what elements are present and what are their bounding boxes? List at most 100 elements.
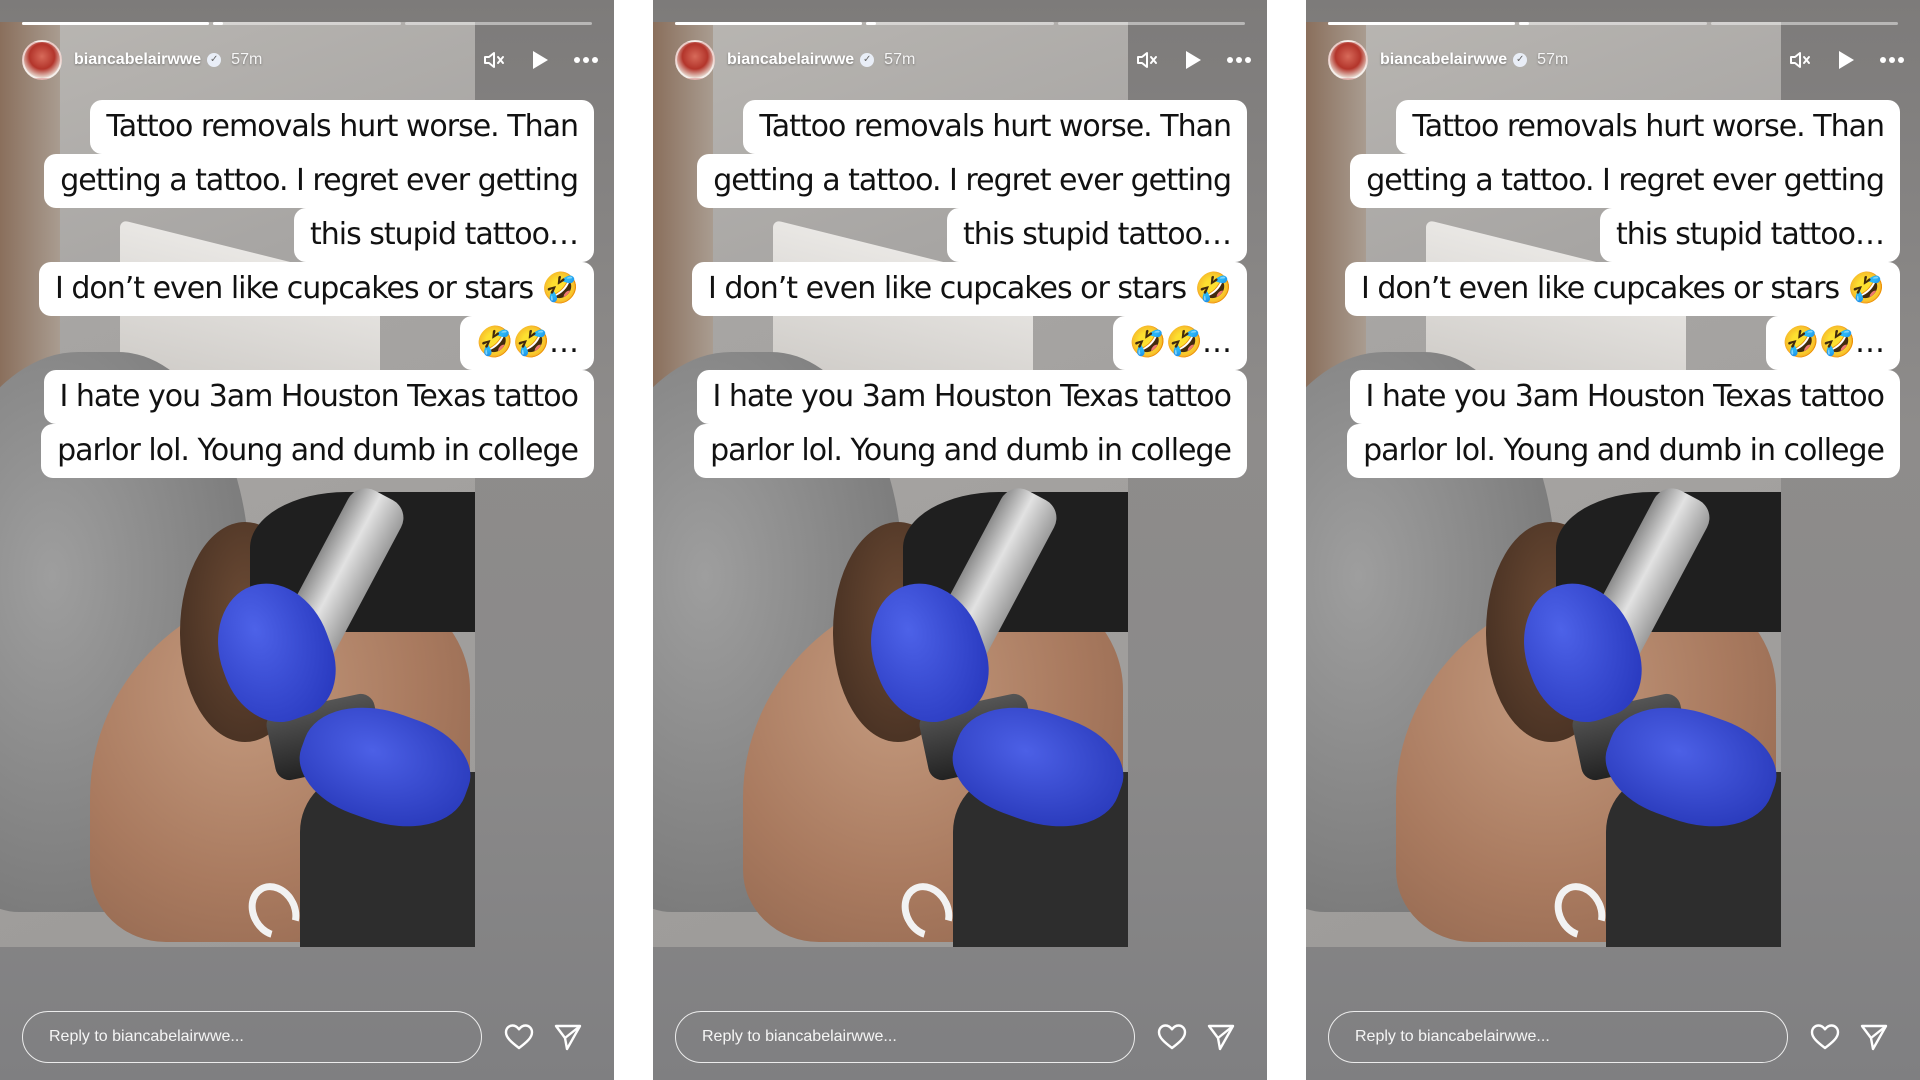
reply-input[interactable] (700, 1027, 1134, 1047)
caption-text: 🤣🤣… (1113, 316, 1247, 370)
caption-text: Tattoo removals hurt worse. Than (90, 100, 594, 154)
caption-text: I don’t even like cupcakes or stars 🤣 (691, 262, 1247, 316)
caption-text: 🤣🤣… (460, 316, 594, 370)
progress-fill (1519, 22, 1529, 25)
send-icon[interactable] (551, 1020, 585, 1054)
verified-badge-icon: ✓ (860, 53, 875, 67)
caption-overlay: Tattoo removals hurt worse. Than getting… (687, 100, 1247, 478)
story-progress (1328, 22, 1898, 25)
caption-text: getting a tattoo. I regret ever getting (1350, 154, 1900, 208)
story-progress (675, 22, 1245, 25)
progress-fill (675, 22, 863, 25)
post-time: 57m (884, 51, 916, 68)
speaker-muted-icon[interactable] (1786, 46, 1814, 74)
caption-line: this stupid tattoo… (687, 208, 1247, 262)
caption-text: parlor lol. Young and dumb in college (1347, 424, 1900, 478)
caption-line: parlor lol. Young and dumb in college (34, 424, 594, 478)
story-panel-3[interactable]: biancabelairwwe ✓ 57m Tattoo removals hu… (1306, 0, 1920, 1080)
speaker-muted-icon[interactable] (1133, 46, 1161, 74)
post-time: 57m (231, 51, 263, 68)
caption-line: Tattoo removals hurt worse. Than (34, 100, 594, 154)
progress-segment (22, 22, 210, 25)
caption-line: getting a tattoo. I regret ever getting (34, 154, 594, 208)
play-icon[interactable] (1179, 46, 1207, 74)
verified-badge-icon: ✓ (207, 53, 222, 67)
stories-row: biancabelairwwe ✓ 57m Tattoo removals hu… (0, 0, 1920, 1080)
progress-segment (1710, 22, 1898, 25)
more-options-icon[interactable] (1225, 46, 1253, 74)
header-controls (1786, 46, 1906, 74)
caption-line: this stupid tattoo… (1340, 208, 1900, 262)
caption-line: I don’t even like cupcakes or stars 🤣 (687, 262, 1247, 316)
caption-line: getting a tattoo. I regret ever getting (687, 154, 1247, 208)
caption-line: getting a tattoo. I regret ever getting (1340, 154, 1900, 208)
progress-fill (866, 22, 876, 25)
play-icon[interactable] (1832, 46, 1860, 74)
heart-icon[interactable] (1155, 1020, 1189, 1054)
caption-line: Tattoo removals hurt worse. Than (687, 100, 1247, 154)
caption-text: I don’t even like cupcakes or stars 🤣 (38, 262, 594, 316)
caption-line: I don’t even like cupcakes or stars 🤣 (34, 262, 594, 316)
caption-text: Tattoo removals hurt worse. Than (1396, 100, 1900, 154)
progress-segment (404, 22, 592, 25)
send-icon[interactable] (1857, 1020, 1891, 1054)
caption-text: parlor lol. Young and dumb in college (694, 424, 1247, 478)
more-options-icon[interactable] (572, 46, 600, 74)
caption-text: I hate you 3am Houston Texas tattoo (1349, 370, 1900, 424)
progress-fill (213, 22, 223, 25)
username[interactable]: biancabelairwwe (1380, 51, 1507, 69)
progress-fill (22, 22, 210, 25)
caption-line: 🤣🤣… (34, 316, 594, 370)
caption-overlay: Tattoo removals hurt worse. Than getting… (1340, 100, 1900, 478)
speaker-muted-icon[interactable] (480, 46, 508, 74)
story-panel-2[interactable]: biancabelairwwe ✓ 57m Tattoo removals hu… (653, 0, 1267, 1080)
play-icon[interactable] (526, 46, 554, 74)
caption-text: this stupid tattoo… (1599, 208, 1900, 262)
reply-input[interactable] (1353, 1027, 1787, 1047)
reply-field[interactable] (1328, 1011, 1788, 1063)
caption-text: I hate you 3am Houston Texas tattoo (696, 370, 1247, 424)
caption-text: 🤣🤣… (1766, 316, 1900, 370)
caption-line: parlor lol. Young and dumb in college (1340, 424, 1900, 478)
header-controls (480, 46, 600, 74)
send-icon[interactable] (1204, 1020, 1238, 1054)
caption-text: parlor lol. Young and dumb in college (41, 424, 594, 478)
caption-text: I hate you 3am Houston Texas tattoo (43, 370, 594, 424)
caption-text: getting a tattoo. I regret ever getting (697, 154, 1247, 208)
caption-line: 🤣🤣… (687, 316, 1247, 370)
story-progress (22, 22, 592, 25)
caption-text: this stupid tattoo… (946, 208, 1247, 262)
story-panel-1[interactable]: biancabelairwwe ✓ 57m Tattoo removals hu… (0, 0, 614, 1080)
reply-field[interactable] (22, 1011, 482, 1063)
progress-segment (1328, 22, 1516, 25)
progress-fill (1328, 22, 1516, 25)
more-options-icon[interactable] (1878, 46, 1906, 74)
username[interactable]: biancabelairwwe (727, 51, 854, 69)
story-header: biancabelairwwe ✓ 57m (1328, 40, 1906, 80)
username[interactable]: biancabelairwwe (74, 51, 201, 69)
avatar[interactable] (22, 40, 62, 80)
caption-line: this stupid tattoo… (34, 208, 594, 262)
progress-segment (866, 22, 1054, 25)
progress-segment (213, 22, 401, 25)
caption-line: Tattoo removals hurt worse. Than (1340, 100, 1900, 154)
heart-icon[interactable] (502, 1020, 536, 1054)
progress-segment (1519, 22, 1707, 25)
progress-segment (675, 22, 863, 25)
caption-line: parlor lol. Young and dumb in college (687, 424, 1247, 478)
story-header: biancabelairwwe ✓ 57m (675, 40, 1253, 80)
heart-icon[interactable] (1808, 1020, 1842, 1054)
reply-field[interactable] (675, 1011, 1135, 1063)
caption-line: 🤣🤣… (1340, 316, 1900, 370)
caption-overlay: Tattoo removals hurt worse. Than getting… (34, 100, 594, 478)
avatar[interactable] (1328, 40, 1368, 80)
caption-line: I hate you 3am Houston Texas tattoo (34, 370, 594, 424)
header-controls (1133, 46, 1253, 74)
reply-input[interactable] (47, 1027, 481, 1047)
caption-line: I hate you 3am Houston Texas tattoo (687, 370, 1247, 424)
caption-text: getting a tattoo. I regret ever getting (44, 154, 594, 208)
avatar[interactable] (675, 40, 715, 80)
post-time: 57m (1537, 51, 1569, 68)
caption-text: I don’t even like cupcakes or stars 🤣 (1344, 262, 1900, 316)
caption-text: Tattoo removals hurt worse. Than (743, 100, 1247, 154)
